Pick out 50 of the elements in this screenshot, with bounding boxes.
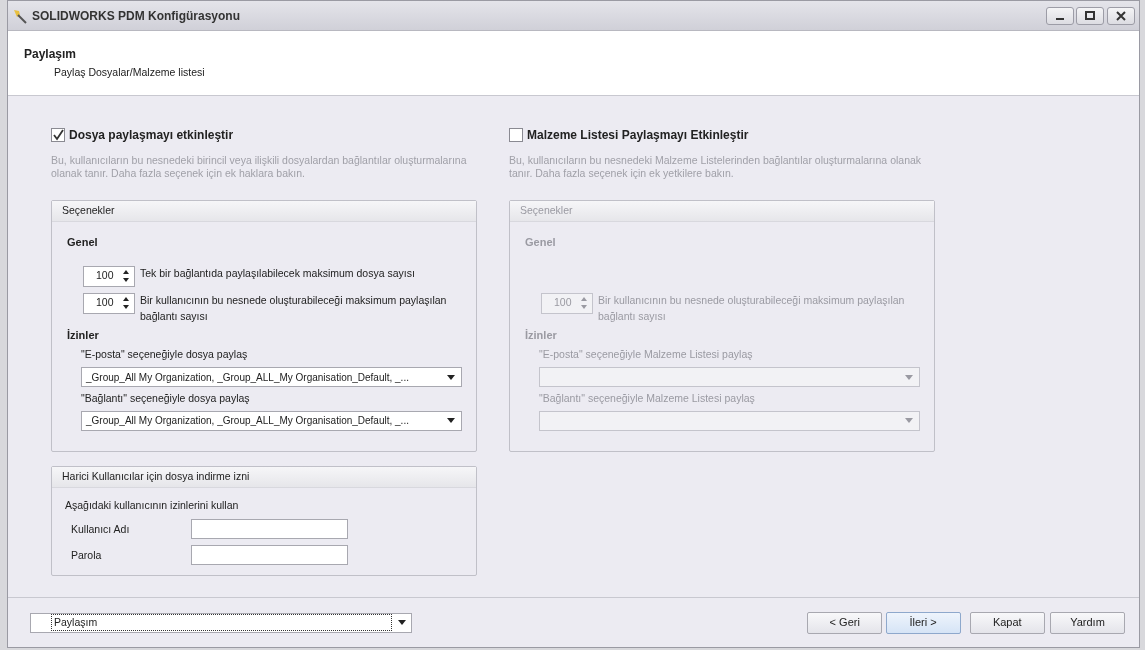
number-spinner[interactable]: 100: [83, 292, 135, 314]
field-label: Kullanıcı Adı: [71, 521, 131, 537]
checkbox[interactable]: [509, 128, 523, 142]
section-heading: Genel: [525, 234, 557, 250]
spinner-label: Bir kullanıcının bu nesnede oluşturabileceği maksimum paylaşılan bağlantı sayısı: [140, 292, 448, 324]
checkbox-label: Malzeme Listesi Paylaşmayı Etkinleştir: [527, 127, 749, 144]
nav-button[interactable]: Yardım: [1050, 611, 1125, 634]
spin-arrows-icon[interactable]: [122, 296, 130, 311]
caret-icon: [447, 418, 455, 424]
number-spinner[interactable]: 100: [83, 265, 135, 287]
caret-icon: [905, 418, 913, 424]
dropdown[interactable]: _Group_All My Organization, _Group_ALL_My Organisation_Default, _...: [81, 367, 462, 388]
group-title: Harici Kullanıcılar için dosya indirme izni: [52, 466, 476, 488]
field-label: "Bağlantı" seçeneğiyle dosya paylaş: [81, 391, 251, 407]
page-dropdown[interactable]: Paylaşım: [30, 612, 412, 633]
maximize-button[interactable]: [1076, 6, 1105, 25]
spinner-label: Tek bir bağlantıda paylaşılabilecek maksimum dosya sayısı: [140, 265, 415, 281]
field-label: "E-posta" seçeneğiyle Malzeme Listesi paylaş: [539, 347, 754, 363]
checkbox[interactable]: [51, 128, 65, 142]
minimize-button[interactable]: [1045, 6, 1074, 25]
window-title: SOLIDWORKS PDM Konfigürasyonu: [32, 7, 240, 25]
description-text: Bu, kullanıcıların bu nesnedeki Malzeme Listelerinden bağlantılar oluşturmalarına olanak tanır. Daha fazla seçenek için ek yetkilere bakın.: [509, 154, 923, 180]
description-text: Bu, kullanıcıların bu nesnedeki birincil veya ilişkili dosyalardan bağlantılar oluşturmalarına olanak tanır. Daha fazla seçenek için ek haklara bakın.: [51, 154, 468, 180]
group-title: Seçenekler: [510, 201, 934, 222]
instruction-text: Aşağıdaki kullanıcının izinlerini kullan: [65, 497, 240, 513]
nav-button[interactable]: İleri >: [885, 611, 961, 634]
input-field[interactable]: [191, 545, 348, 566]
section-heading: İzinler: [67, 327, 100, 343]
field-label: "Bağlantı" seçeneğiyle Malzeme Listesi paylaş: [539, 391, 756, 407]
field-label: Parola: [71, 547, 103, 563]
nav-button[interactable]: < Geri: [807, 611, 883, 634]
caret-icon: [398, 620, 406, 625]
maximize-icon[interactable]: [1085, 10, 1096, 21]
page-subtitle: Paylaş Dosyalar/Malzeme listesi: [54, 65, 206, 80]
spin-arrows-icon[interactable]: [122, 269, 130, 284]
section-heading: İzinler: [525, 327, 558, 343]
close-icon[interactable]: [1116, 10, 1126, 21]
field-label: "E-posta" seçeneğiyle dosya paylaş: [81, 347, 249, 363]
input-field[interactable]: [191, 519, 348, 540]
caret-icon: [447, 374, 455, 380]
dropdown[interactable]: _Group_All My Organization, _Group_ALL_My Organisation_Default, _...: [81, 410, 462, 431]
nav-button[interactable]: Kapat: [969, 611, 1045, 634]
checkbox-label: Dosya paylaşmayı etkinleştir: [69, 127, 234, 144]
caret-icon: [905, 374, 913, 380]
close-button[interactable]: [1107, 6, 1135, 25]
wand-icon: [12, 7, 28, 24]
section-heading: Genel: [67, 234, 99, 250]
spinner-label: Bir kullanıcının bu nesnede oluşturabileceği maksimum paylaşılan bağlantı sayısı: [598, 292, 906, 324]
page-title: Paylaşım: [24, 46, 78, 63]
group-title: Seçenekler: [52, 201, 476, 222]
